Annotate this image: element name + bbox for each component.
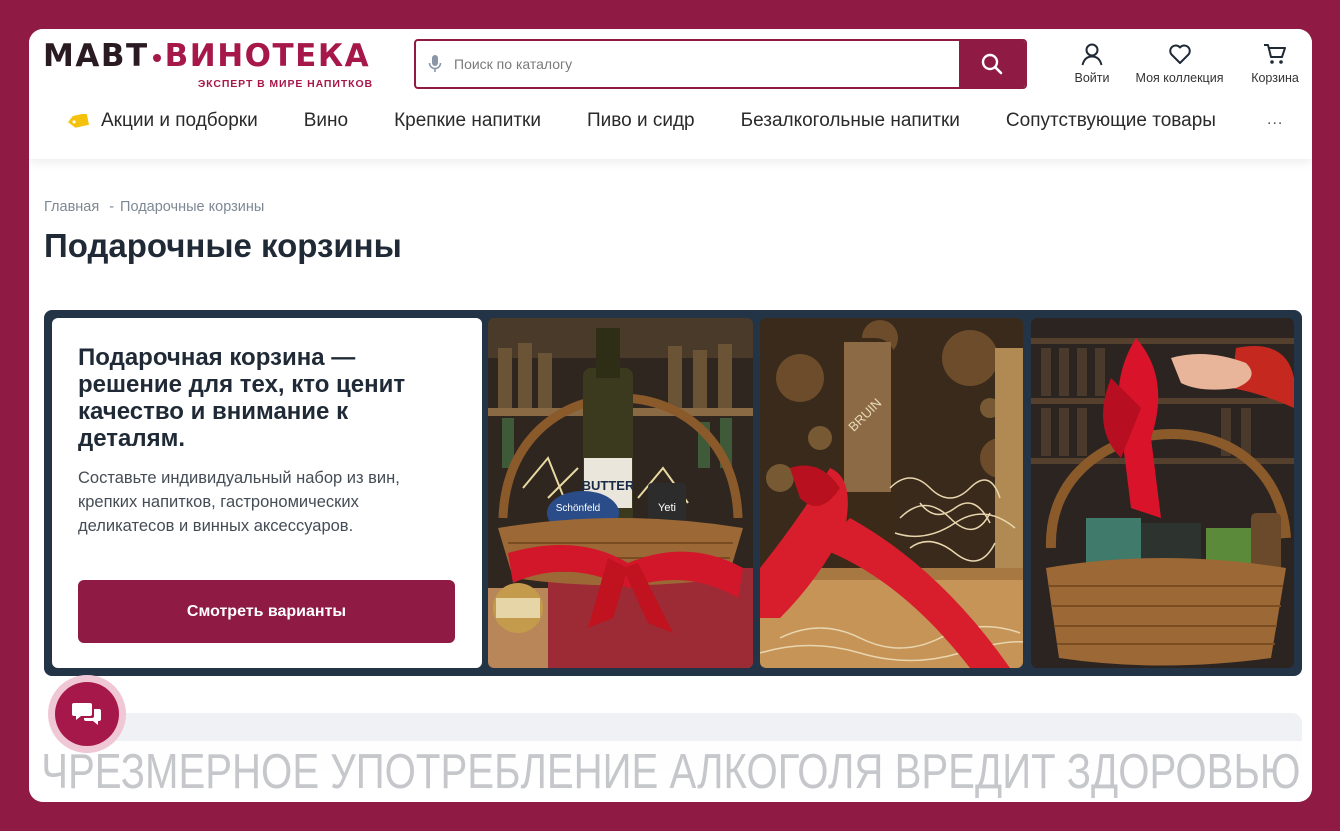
nav-more-button[interactable]: ... [1267, 111, 1283, 129]
promo-image-basket-2: BRUIN [760, 318, 1023, 668]
chat-button-inner [55, 682, 119, 746]
bottle-label-text: BUTTER [582, 478, 635, 493]
health-warning-banner: ЧРЕЗМЕРНОЕ УПОТРЕБЛЕНИЕ АЛКОГОЛЯ ВРЕДИТ … [29, 741, 1312, 802]
nav-item-beer-cider[interactable]: Пиво и сидр [587, 110, 695, 132]
promo-card: Подарочная корзина — решение для тех, кт… [52, 318, 482, 668]
view-options-button[interactable]: Смотреть варианты [78, 580, 455, 643]
chat-icon [72, 703, 101, 725]
login-button[interactable]: Войти [1069, 41, 1115, 85]
collection-button[interactable]: Моя коллекция [1132, 41, 1227, 85]
logo-part1: МАВТ [43, 38, 149, 74]
search-icon [981, 53, 1003, 75]
nav-label: Безалкогольные напитки [740, 110, 960, 131]
breadcrumb-current: Подарочные корзины [120, 199, 265, 215]
microphone-icon[interactable] [428, 54, 442, 74]
logo-wordmark: МАВТ ВИНОТЕКА [43, 41, 373, 72]
promo-heading: Подарочная корзина — решение для тех, кт… [78, 344, 406, 452]
logo[interactable]: МАВТ ВИНОТЕКА ЭКСПЕРТ В МИРЕ НАПИТКОВ [43, 41, 373, 91]
logo-dot [152, 53, 161, 62]
breadcrumb-separator: - [109, 199, 115, 215]
user-icon [1081, 43, 1103, 66]
main-nav: Акции и подборки Вино Крепкие напитки Пи… [67, 107, 1216, 135]
nav-item-promos[interactable]: Акции и подборки [67, 110, 258, 132]
promo-image-basket-1: BUTTER Schönfeld BRIE Yeti [488, 318, 753, 668]
tag-icon [68, 114, 89, 128]
nav-label: Крепкие напитки [394, 110, 541, 131]
nav-label: Акции и подборки [101, 110, 258, 131]
nav-label: Вино [303, 110, 349, 131]
collection-label: Моя коллекция [1135, 71, 1224, 85]
promo-banner: Подарочная корзина — решение для тех, кт… [44, 310, 1302, 676]
cart-button[interactable]: Корзина [1249, 41, 1301, 85]
search-button[interactable] [959, 41, 1025, 87]
nav-label: Пиво и сидр [586, 110, 695, 131]
chat-button[interactable] [48, 675, 126, 753]
search-bar [414, 39, 1027, 89]
login-label: Войти [1074, 71, 1110, 85]
health-warning-text: ЧРЕЗМЕРНОЕ УПОТРЕБЛЕНИЕ АЛКОГОЛЯ ВРЕДИТ … [40, 744, 1301, 799]
breadcrumb: Главная - Подарочные корзины [44, 199, 264, 215]
browser-viewport: МАВТ ВИНОТЕКА ЭКСПЕРТ В МИРЕ НАПИТКОВ По… [29, 29, 1312, 802]
jar-label-text: Yeti [658, 502, 676, 514]
nav-item-spirits[interactable]: Крепкие напитки [394, 110, 541, 132]
nav-label: Сопутствующие товары [1005, 110, 1216, 131]
search-input[interactable] [454, 41, 954, 87]
nav-item-soft-drinks[interactable]: Безалкогольные напитки [741, 110, 960, 132]
nav-item-accessories[interactable]: Сопутствующие товары [1006, 110, 1216, 132]
promo-text: Составьте индивидуальный набор из вин, к… [78, 469, 400, 535]
promo-image-basket-3 [1031, 318, 1294, 668]
site-header: МАВТ ВИНОТЕКА ЭКСПЕРТ В МИРЕ НАПИТКОВ По… [29, 29, 1312, 159]
heart-icon [1168, 44, 1191, 64]
logo-part2: ВИНОТЕКА [164, 38, 371, 74]
logo-tagline: ЭКСПЕРТ В МИРЕ НАПИТКОВ [197, 78, 373, 90]
breadcrumb-home[interactable]: Главная [44, 199, 99, 215]
nav-item-wine[interactable]: Вино [304, 110, 348, 132]
cart-icon [1264, 44, 1286, 64]
page-title: Подарочные корзины [44, 227, 402, 264]
cart-label: Корзина [1251, 71, 1299, 85]
cheese-brand-text: Schönfeld [556, 503, 600, 514]
